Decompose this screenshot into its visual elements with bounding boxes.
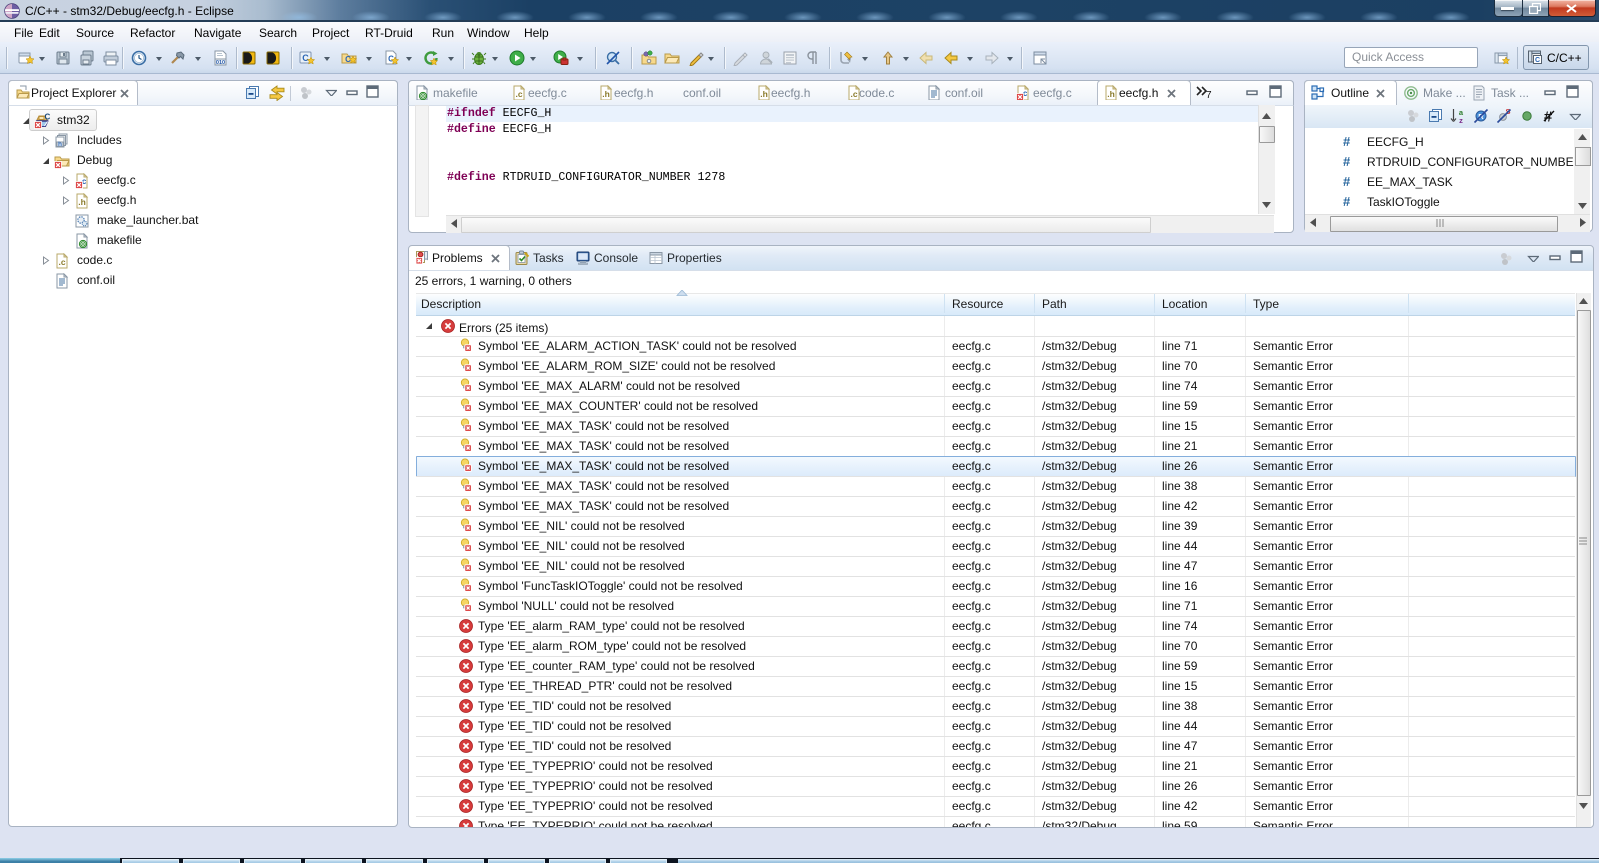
svg-text:.c: .c bbox=[850, 89, 857, 99]
svg-text:z: z bbox=[1459, 116, 1463, 124]
svg-text:.h: .h bbox=[760, 89, 768, 99]
svg-text:C: C bbox=[302, 53, 309, 63]
svg-text:.c: .c bbox=[515, 89, 522, 99]
svg-text:C: C bbox=[45, 113, 51, 122]
svg-text:C: C bbox=[1535, 57, 1540, 64]
svg-text:.h: .h bbox=[78, 197, 86, 207]
svg-text:.h: .h bbox=[1107, 89, 1115, 99]
svg-text:010: 010 bbox=[216, 60, 225, 66]
svg-text:.h: .h bbox=[602, 89, 610, 99]
svg-text:.c: .c bbox=[58, 257, 65, 267]
svg-text:h: h bbox=[58, 141, 62, 148]
